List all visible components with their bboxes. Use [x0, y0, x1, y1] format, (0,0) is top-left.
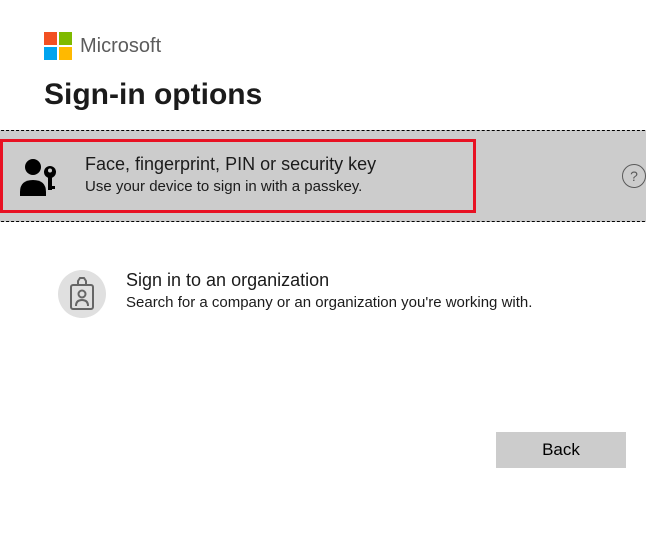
highlight-box: Face, fingerprint, PIN or security key U…: [0, 139, 476, 213]
brand-text: Microsoft: [80, 35, 161, 58]
back-button[interactable]: Back: [496, 432, 626, 468]
option-organization-desc: Search for a company or an organization …: [126, 293, 588, 313]
option-passkey-title: Face, fingerprint, PIN or security key: [85, 154, 459, 175]
passkey-icon: [17, 152, 65, 200]
option-passkey-desc: Use your device to sign in with a passke…: [85, 177, 459, 197]
option-organization[interactable]: Sign in to an organization Search for a …: [44, 254, 602, 334]
badge-icon: [58, 270, 106, 318]
help-icon[interactable]: ?: [622, 164, 646, 188]
microsoft-logo-icon: [44, 32, 72, 60]
page-title: Sign-in options: [44, 78, 602, 112]
brand-row: Microsoft: [44, 32, 602, 60]
option-passkey[interactable]: Face, fingerprint, PIN or security key U…: [0, 130, 646, 222]
option-organization-title: Sign in to an organization: [126, 270, 588, 291]
